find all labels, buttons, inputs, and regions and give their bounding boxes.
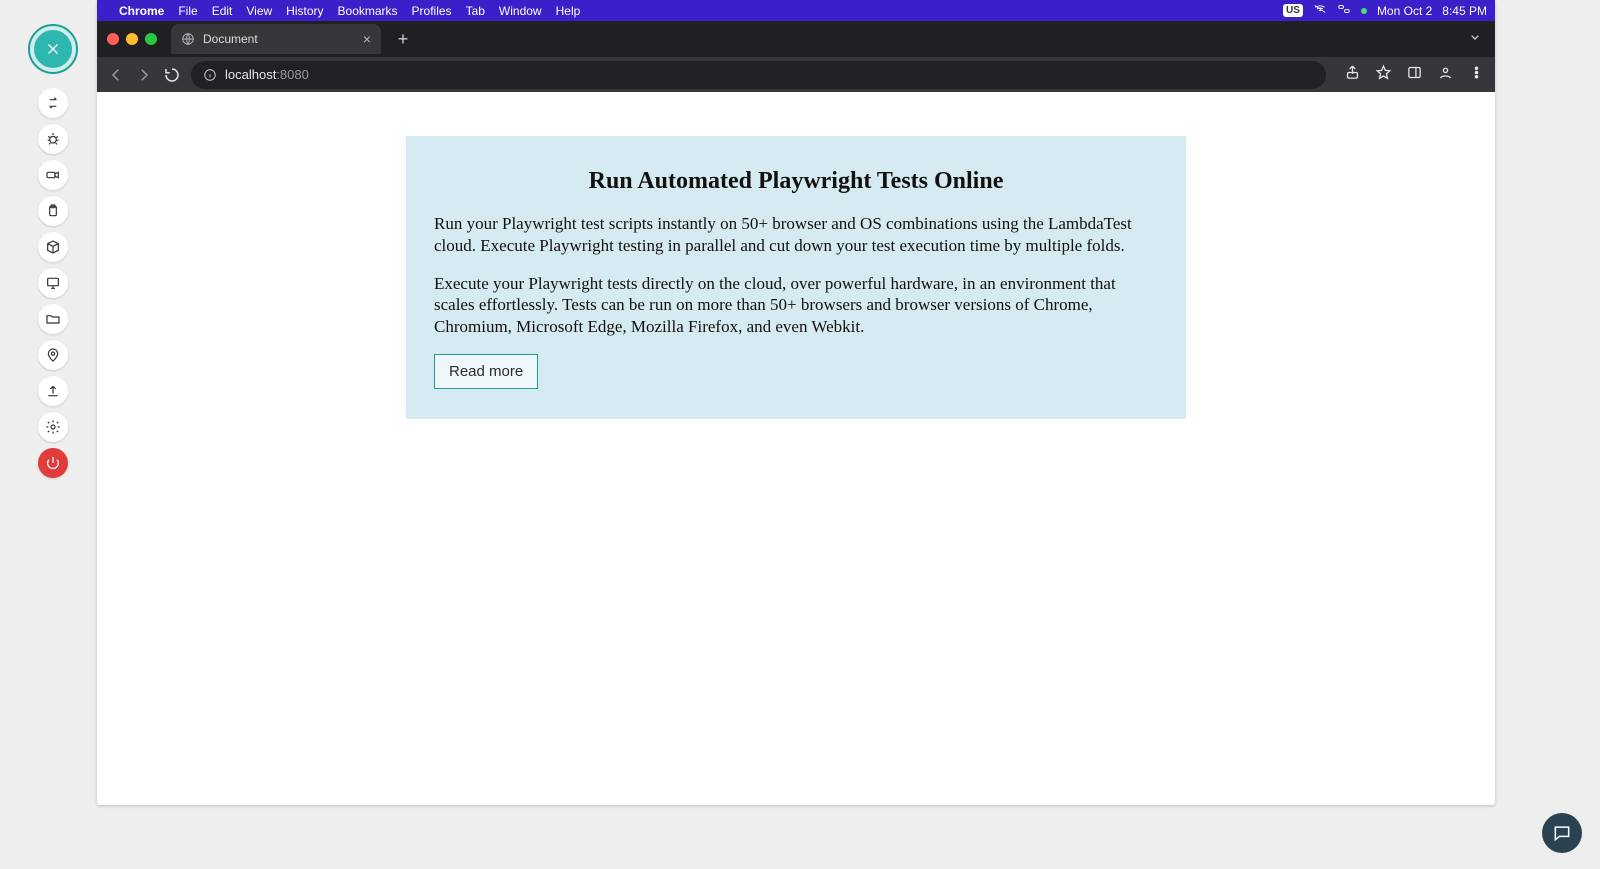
share-icon[interactable]	[1344, 64, 1361, 86]
power-icon	[45, 455, 61, 471]
bug-icon	[45, 131, 61, 147]
monitor-icon	[45, 275, 61, 291]
toolbar-actions	[1344, 64, 1485, 86]
tab-close-button[interactable]: ×	[363, 31, 371, 47]
menubar-time[interactable]: 8:45 PM	[1442, 4, 1487, 18]
bookmark-star-icon[interactable]	[1375, 64, 1392, 86]
tab-list-button[interactable]	[1467, 29, 1483, 50]
menu-window[interactable]: Window	[499, 4, 542, 18]
settings-button[interactable]	[38, 412, 68, 442]
site-info-icon[interactable]	[203, 68, 217, 82]
new-tab-button[interactable]: +	[391, 29, 415, 50]
tab-title: Document	[203, 32, 258, 46]
menu-tab[interactable]: Tab	[466, 4, 485, 18]
menu-file[interactable]: File	[178, 4, 197, 18]
browser-window: Chrome File Edit View History Bookmarks …	[97, 0, 1495, 805]
tab-document[interactable]: Document ×	[171, 24, 381, 54]
status-dot-icon	[1361, 8, 1367, 14]
window-close-button[interactable]	[107, 33, 119, 45]
input-source-badge[interactable]: US	[1283, 4, 1303, 17]
menu-profiles[interactable]: Profiles	[412, 4, 452, 18]
globe-icon	[181, 32, 195, 46]
menu-view[interactable]: View	[246, 4, 272, 18]
upload-button[interactable]	[38, 376, 68, 406]
chat-support-button[interactable]	[1542, 813, 1582, 853]
left-tool-rail	[36, 26, 70, 478]
wifi-icon[interactable]	[1313, 2, 1327, 19]
swap-icon	[45, 95, 61, 111]
nav-back-button[interactable]	[107, 66, 125, 84]
clipboard-button[interactable]	[38, 196, 68, 226]
chrome-tab-strip: Document × +	[97, 21, 1495, 57]
folder-icon	[45, 311, 61, 327]
menubar-date[interactable]: Mon Oct 2	[1377, 4, 1432, 18]
gear-icon	[45, 419, 61, 435]
page-viewport: Run Automated Playwright Tests Online Ru…	[97, 92, 1495, 805]
address-bar[interactable]: localhost:8080	[191, 61, 1326, 89]
chrome-menu-icon[interactable]	[1468, 64, 1485, 86]
control-center-icon[interactable]	[1337, 2, 1351, 19]
window-minimize-button[interactable]	[126, 33, 138, 45]
video-button[interactable]	[38, 160, 68, 190]
menu-bookmarks[interactable]: Bookmarks	[338, 4, 398, 18]
menu-help[interactable]: Help	[556, 4, 581, 18]
swap-button[interactable]	[38, 88, 68, 118]
nav-reload-button[interactable]	[163, 66, 181, 84]
nav-forward-button[interactable]	[135, 66, 153, 84]
bug-button[interactable]	[38, 124, 68, 154]
side-panel-icon[interactable]	[1406, 64, 1423, 86]
mac-menu-right: US Mon Oct 2 8:45 PM	[1283, 2, 1487, 19]
url-host: localhost	[225, 67, 276, 82]
monitor-button[interactable]	[38, 268, 68, 298]
window-traffic-lights	[107, 33, 157, 45]
clipboard-icon	[45, 203, 61, 219]
cube-button[interactable]	[38, 232, 68, 262]
read-more-button[interactable]: Read more	[434, 354, 538, 389]
page-paragraph-2: Execute your Playwright tests directly o…	[434, 273, 1158, 338]
url-port: :8080	[276, 67, 309, 82]
profile-avatar-icon[interactable]	[1437, 64, 1454, 86]
chat-icon	[1552, 823, 1572, 843]
upload-icon	[45, 383, 61, 399]
page-heading: Run Automated Playwright Tests Online	[434, 168, 1158, 195]
window-zoom-button[interactable]	[145, 33, 157, 45]
content-card: Run Automated Playwright Tests Online Ru…	[406, 136, 1186, 419]
mac-menu-bar: Chrome File Edit View History Bookmarks …	[97, 0, 1495, 21]
mac-menu-left: Chrome File Edit View History Bookmarks …	[105, 4, 580, 18]
menu-chrome[interactable]: Chrome	[119, 4, 164, 18]
page-paragraph-1: Run your Playwright test scripts instant…	[434, 213, 1158, 257]
location-button[interactable]	[38, 340, 68, 370]
cube-icon	[45, 239, 61, 255]
pin-icon	[45, 347, 61, 363]
power-button[interactable]	[38, 448, 68, 478]
menu-history[interactable]: History	[286, 4, 323, 18]
close-session-button[interactable]	[30, 26, 76, 72]
video-icon	[45, 167, 61, 183]
close-icon	[44, 40, 62, 58]
menu-edit[interactable]: Edit	[212, 4, 233, 18]
folder-button[interactable]	[38, 304, 68, 334]
chrome-toolbar: localhost:8080	[97, 57, 1495, 92]
